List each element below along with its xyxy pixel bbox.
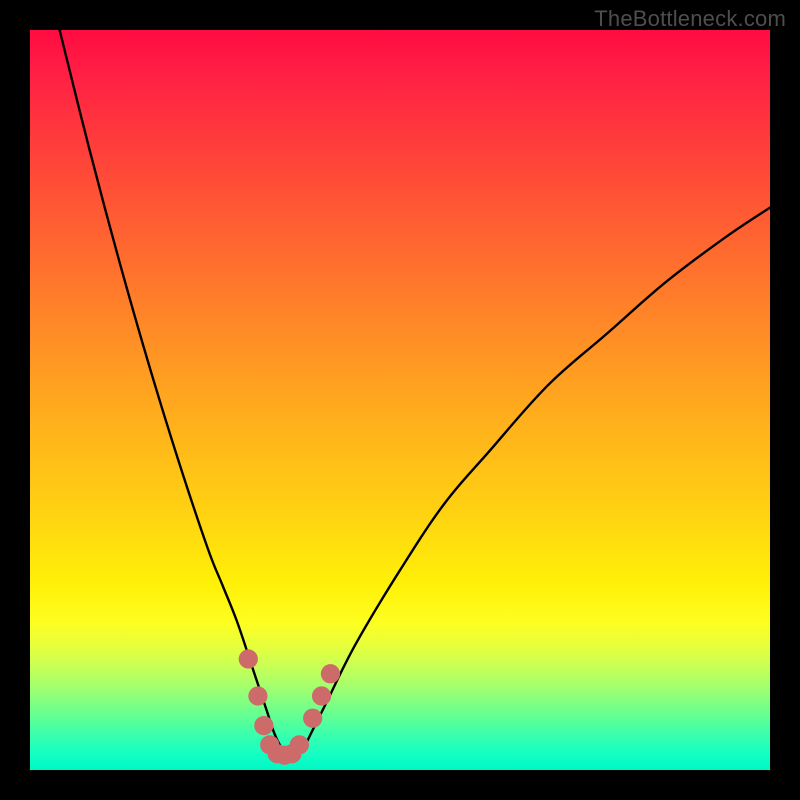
- highlight-dot: [290, 735, 309, 754]
- chart-svg: [30, 30, 770, 770]
- highlight-dot: [248, 686, 267, 705]
- bottleneck-curve: [60, 30, 770, 756]
- watermark-text: TheBottleneck.com: [594, 6, 786, 32]
- highlight-dot: [254, 716, 273, 735]
- highlight-dot: [321, 664, 340, 683]
- highlight-dot: [239, 649, 258, 668]
- chart-stage: TheBottleneck.com: [0, 0, 800, 800]
- highlight-dot: [303, 709, 322, 728]
- plot-area: [30, 30, 770, 770]
- highlight-dot: [312, 686, 331, 705]
